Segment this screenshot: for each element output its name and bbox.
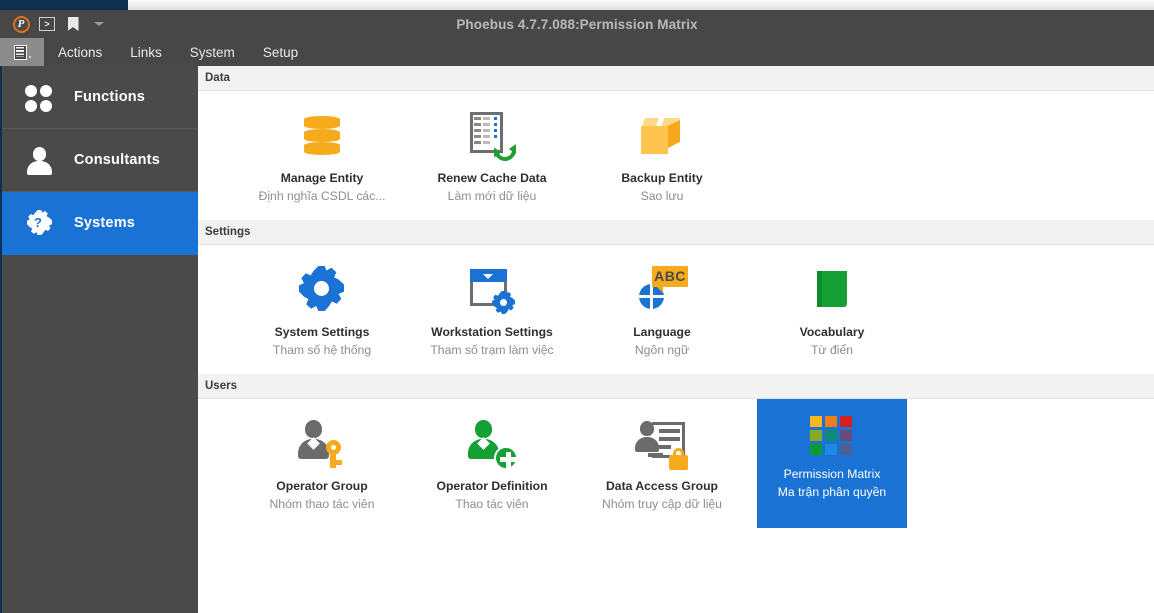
sidebar-item-systems[interactable]: ? Systems xyxy=(2,192,198,255)
menu-list-icon[interactable] xyxy=(0,38,44,66)
tile-title: Backup Entity xyxy=(621,171,703,185)
main-content: Data Manage Entity Định nghĩa CSDL các..… xyxy=(198,66,1154,613)
tile-operator-definition[interactable]: Operator Definition Thao tác viên xyxy=(417,399,567,528)
tile-subtitle: Nhóm truy cập dữ liệu xyxy=(602,497,722,511)
bookmark-icon[interactable] xyxy=(60,13,86,35)
tile-title: Language xyxy=(633,325,691,339)
book-icon xyxy=(804,262,860,318)
person-key-icon xyxy=(294,416,350,472)
refresh-document-icon xyxy=(464,108,521,166)
tile-subtitle: Làm mới dữ liệu xyxy=(447,189,537,203)
menu-item-setup[interactable]: Setup xyxy=(249,38,312,66)
tile-vocabulary[interactable]: Vocabulary Từ điển xyxy=(757,245,907,374)
tile-subtitle: Ngôn ngữ xyxy=(634,343,690,357)
matrix-swatch xyxy=(840,416,852,427)
menu-item-links[interactable]: Links xyxy=(116,38,176,66)
matrix-swatch xyxy=(825,430,837,441)
tile-title: Operator Definition xyxy=(436,479,548,493)
matrix-swatch xyxy=(810,444,822,455)
tile-title: Workstation Settings xyxy=(431,325,553,339)
quick-access-toolbar: P > xyxy=(0,10,112,38)
section-header-data: Data xyxy=(198,66,1154,91)
tile-row-data: Manage Entity Định nghĩa CSDL các... Ren… xyxy=(198,91,1154,220)
tile-data-access-group[interactable]: Data Access Group Nhóm truy cập dữ liệu xyxy=(587,399,737,528)
tile-title: Manage Entity xyxy=(280,171,364,185)
abc-icon-label: ABC xyxy=(652,266,688,293)
tile-subtitle: Thao tác viên xyxy=(455,497,529,511)
title-bar: Phoebus 4.7.7.088:Permission Matrix xyxy=(0,10,1154,38)
matrix-swatch xyxy=(840,444,852,455)
database-icon xyxy=(294,108,350,164)
gear-question-icon: ? xyxy=(24,208,54,238)
sidebar: Functions Consultants ? Systems xyxy=(0,66,198,613)
matrix-swatch xyxy=(840,430,852,441)
tile-row-settings: System Settings Tham số hệ thống Worksta… xyxy=(198,245,1154,374)
tab-strip-background xyxy=(128,0,1154,10)
person-icon xyxy=(24,145,54,175)
tile-renew-cache-data[interactable]: Renew Cache Data Làm mới dữ liệu xyxy=(417,91,567,220)
matrix-swatch xyxy=(810,416,822,427)
tile-title: Vocabulary xyxy=(799,325,865,339)
tile-subtitle: Từ điển xyxy=(810,343,854,357)
tile-title: Permission Matrix xyxy=(783,467,881,481)
tile-title: Renew Cache Data xyxy=(437,171,547,185)
sidebar-item-label: Consultants xyxy=(74,152,160,168)
matrix-swatch xyxy=(825,444,837,455)
console-icon-label: > xyxy=(39,17,55,31)
menu-bar: Actions Links System Setup xyxy=(0,38,1154,66)
tile-workstation-settings[interactable]: Workstation Settings Tham số trạm làm vi… xyxy=(417,245,567,374)
person-lock-icon xyxy=(634,416,690,472)
sidebar-item-label: Systems xyxy=(74,215,136,231)
menu-item-system[interactable]: System xyxy=(176,38,249,66)
tile-subtitle: Nhóm thao tác viên xyxy=(269,497,375,511)
four-circles-icon xyxy=(24,82,54,112)
sidebar-item-label: Functions xyxy=(74,89,146,105)
active-window-tab[interactable] xyxy=(0,0,128,10)
tile-subtitle: Tham số trạm làm việc xyxy=(430,343,554,357)
matrix-swatch xyxy=(825,416,837,427)
phoebus-logo-letter: P xyxy=(12,15,30,33)
tile-manage-entity[interactable]: Manage Entity Định nghĩa CSDL các... xyxy=(247,91,397,220)
tile-subtitle: Tham số hệ thống xyxy=(272,343,372,357)
gear-icon xyxy=(294,262,350,318)
tile-title: System Settings xyxy=(274,325,370,339)
section-header-settings: Settings xyxy=(198,220,1154,245)
chevron-down-icon[interactable] xyxy=(86,13,112,35)
tile-title: Operator Group xyxy=(276,479,368,493)
tile-row-users: Operator Group Nhóm thao tác viên Operat… xyxy=(198,399,1154,528)
tile-permission-matrix[interactable]: Permission Matrix Ma trận phân quyền xyxy=(757,399,907,528)
person-add-icon xyxy=(464,416,520,472)
tile-title: Data Access Group xyxy=(606,479,718,493)
tile-system-settings[interactable]: System Settings Tham số hệ thống xyxy=(247,245,397,374)
tile-subtitle: Định nghĩa CSDL các... xyxy=(258,189,386,203)
matrix-swatch xyxy=(810,430,822,441)
window-tab-strip xyxy=(0,0,1154,10)
window-gear-icon xyxy=(464,262,520,318)
tile-language[interactable]: ABC Language Ngôn ngữ xyxy=(587,245,737,374)
box-icon xyxy=(634,108,690,164)
tile-backup-entity[interactable]: Backup Entity Sao lưu xyxy=(587,91,737,220)
color-matrix-icon xyxy=(810,416,854,460)
tile-operator-group[interactable]: Operator Group Nhóm thao tác viên xyxy=(247,399,397,528)
section-header-users: Users xyxy=(198,374,1154,399)
menu-item-actions[interactable]: Actions xyxy=(44,38,116,66)
sidebar-item-consultants[interactable]: Consultants xyxy=(2,129,198,192)
console-icon[interactable]: > xyxy=(34,13,60,35)
phoebus-logo-icon[interactable]: P xyxy=(8,13,34,35)
sidebar-item-functions[interactable]: Functions xyxy=(2,66,198,129)
abc-globe-icon: ABC xyxy=(634,262,690,318)
tile-subtitle: Ma trận phân quyền xyxy=(777,485,887,499)
tile-subtitle: Sao lưu xyxy=(640,189,684,203)
application-window: Phoebus 4.7.7.088:Permission Matrix P > … xyxy=(0,0,1154,613)
window-title: Phoebus 4.7.7.088:Permission Matrix xyxy=(456,17,698,32)
